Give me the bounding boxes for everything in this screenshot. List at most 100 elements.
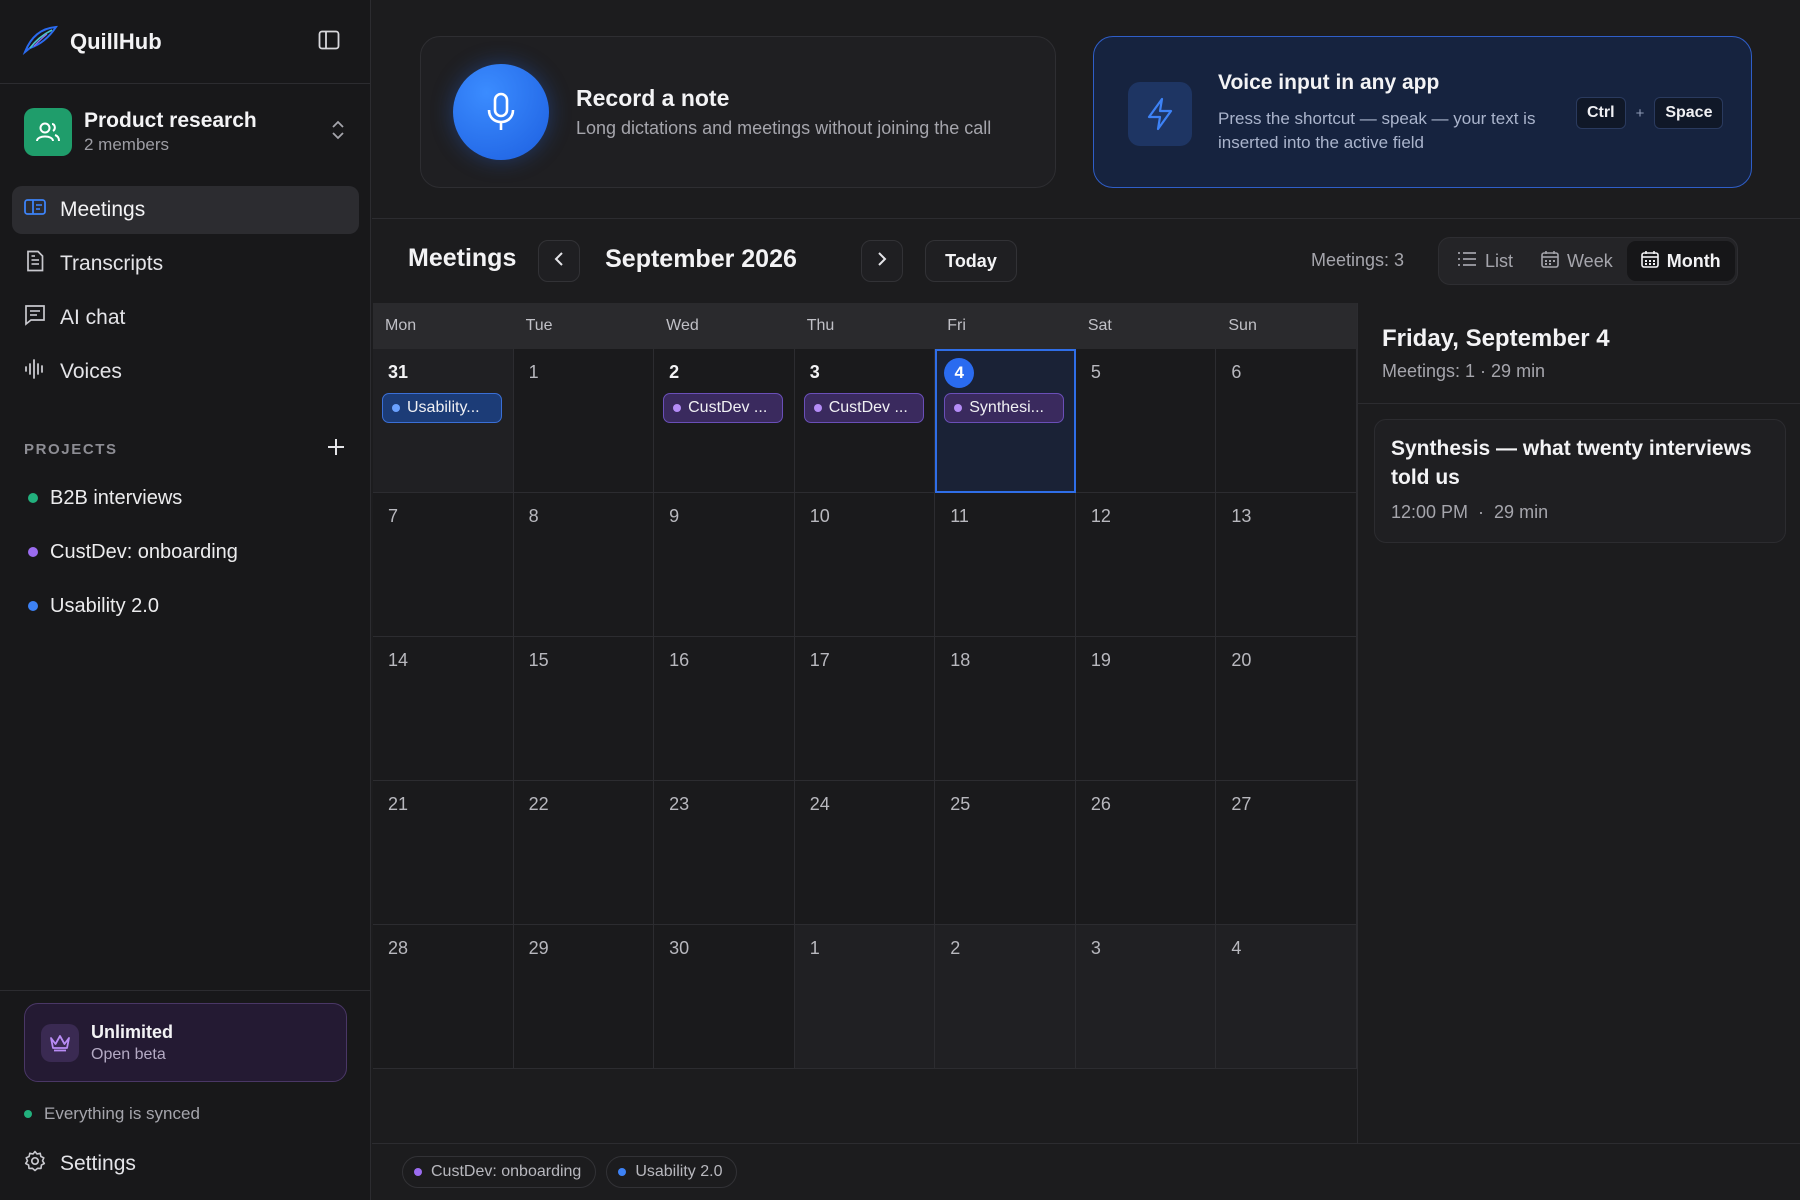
calendar-day-cell[interactable]: 22 (513, 781, 655, 925)
crown-icon (41, 1023, 79, 1062)
nav-item-voices[interactable]: Voices (12, 348, 359, 396)
calendar-day-cell[interactable]: 8 (513, 493, 655, 637)
calendar-day-cell[interactable]: 2 (935, 925, 1076, 1069)
header-divider (372, 218, 1800, 219)
calendar-day-cell[interactable]: 10 (794, 493, 936, 637)
calendar-day-cell[interactable]: 4 (1216, 925, 1357, 1069)
view-week-button[interactable]: Week (1527, 241, 1627, 281)
voice-input-card[interactable]: Voice input in any app Press the shortcu… (1093, 36, 1752, 188)
calendar-day-cell[interactable]: 1 (794, 925, 936, 1069)
weekday-label: Sat (1087, 317, 1112, 334)
plan-card[interactable]: Unlimited Open beta (24, 1003, 347, 1082)
waveform-icon (24, 358, 46, 386)
today-day-number: 4 (944, 358, 975, 388)
day-number: 1 (809, 938, 820, 958)
calendar-day-cell[interactable]: 19 (1075, 637, 1217, 781)
today-button[interactable]: Today (925, 240, 1017, 282)
day-number: 27 (1231, 794, 1252, 814)
calendar-day-cell[interactable]: 17 (794, 637, 936, 781)
calendar-day-cell[interactable]: 27 (1216, 781, 1357, 925)
nav-label: Voices (60, 360, 122, 383)
weekday-label: Mon (385, 317, 417, 334)
calendar-day-cell[interactable]: 6 (1216, 349, 1357, 493)
calendar-day-cell[interactable]: 29 (513, 925, 655, 1069)
calendar-day-cell[interactable]: 3 (1075, 925, 1217, 1069)
current-month: September 2026 (605, 245, 797, 273)
chat-icon (24, 304, 46, 332)
calendar-day-cell[interactable]: 14 (373, 637, 514, 781)
month-calendar: Mon Tue Wed Thu Fri Sat Sun 31 Usability.… (373, 303, 1357, 1069)
calendar-day-cell[interactable]: 26 (1075, 781, 1217, 925)
event-title: CustDev ... (828, 399, 908, 416)
project-color-dot (28, 601, 38, 611)
record-note-card[interactable]: Record a note Long dictations and meetin… (420, 36, 1056, 188)
day-number: 17 (809, 650, 830, 670)
calendar-day-cell[interactable]: 3 CustDev ... (794, 349, 936, 493)
calendar-day-cell[interactable]: 30 (654, 925, 795, 1069)
legend-chip-custdev[interactable]: CustDev: onboarding (402, 1156, 597, 1188)
event-title: Synthesi... (969, 399, 1044, 416)
next-month-button[interactable] (861, 240, 903, 282)
event-chip[interactable]: CustDev ... (803, 393, 924, 423)
calendar-day-cell[interactable]: 4 Synthesi... (935, 349, 1076, 493)
main-nav: Meetings Transcripts AI chat Voices (12, 186, 359, 402)
legend-dot (414, 1168, 422, 1176)
project-item-custdev-onboarding[interactable]: CustDev: onboarding (18, 528, 353, 576)
calendar-day-cell[interactable]: 15 (513, 637, 655, 781)
calendar-day-cell[interactable]: 23 (654, 781, 795, 925)
brand[interactable]: QuillHub (22, 24, 162, 60)
calendar-day-cell[interactable]: 7 (373, 493, 514, 637)
view-switcher: List Week Month (1438, 237, 1738, 285)
list-icon (1457, 251, 1477, 272)
project-item-usability[interactable]: Usability 2.0 (18, 582, 353, 630)
nav-item-transcripts[interactable]: Transcripts (12, 240, 359, 288)
calendar-day-cell[interactable]: 2 CustDev ... (654, 349, 795, 493)
day-number: 18 (950, 650, 971, 670)
calendar-day-cell[interactable]: 12 (1075, 493, 1217, 637)
day-number: 23 (669, 794, 690, 814)
calendar-day-cell[interactable]: 24 (794, 781, 936, 925)
project-legend: CustDev: onboarding Usability 2.0 (372, 1143, 1800, 1200)
collapse-sidebar-button[interactable] (312, 28, 346, 56)
day-number: 2 (950, 938, 961, 958)
shortcut-keys: Ctrl + Space (1576, 97, 1724, 129)
legend-chip-usability[interactable]: Usability 2.0 (606, 1156, 738, 1188)
project-item-b2b-interviews[interactable]: B2B interviews (18, 474, 353, 522)
add-project-button[interactable] (323, 436, 349, 462)
projects-header: PROJECTS (24, 436, 349, 462)
calendar-day-cell[interactable]: 28 (373, 925, 514, 1069)
calendar-day-cell[interactable]: 9 (654, 493, 795, 637)
calendar-day-cell[interactable]: 1 (513, 349, 655, 493)
calendar-month-icon (1640, 250, 1659, 273)
event-chip[interactable]: CustDev ... (663, 393, 784, 423)
workspace-switcher[interactable]: Product research 2 members (12, 100, 358, 164)
calendar-day-cell[interactable]: 16 (654, 637, 795, 781)
plus-icon (327, 438, 345, 461)
view-month-button[interactable]: Month (1626, 241, 1735, 281)
calendar-day-cell[interactable]: 18 (935, 637, 1076, 781)
calendar-day-cell[interactable]: 25 (935, 781, 1076, 925)
legend-label: CustDev: onboarding (431, 1163, 582, 1180)
nav-item-ai-chat[interactable]: AI chat (12, 294, 359, 342)
calendar-day-cell[interactable]: 21 (373, 781, 514, 925)
day-detail-panel: Friday, September 4 Meetings: 1 · 29 min… (1357, 303, 1800, 1143)
calendar-day-cell[interactable]: 13 (1216, 493, 1357, 637)
meeting-card[interactable]: Synthesis — what twenty interviews told … (1374, 419, 1786, 543)
day-number: 28 (388, 938, 409, 958)
previous-month-button[interactable] (538, 240, 580, 282)
view-list-button[interactable]: List (1443, 241, 1527, 281)
project-name: CustDev: onboarding (50, 540, 238, 563)
nav-label: Meetings (60, 198, 146, 221)
meta-separator: · (1478, 502, 1485, 522)
sync-dot (24, 1110, 32, 1118)
event-chip[interactable]: Usability... (382, 393, 502, 423)
nav-item-meetings[interactable]: Meetings (12, 186, 359, 234)
settings-button[interactable]: Settings (12, 1140, 359, 1188)
calendar-day-cell[interactable]: 5 (1075, 349, 1217, 493)
day-number: 6 (1231, 362, 1242, 382)
event-title: CustDev ... (688, 399, 768, 416)
event-chip[interactable]: Synthesi... (944, 393, 1065, 423)
calendar-day-cell[interactable]: 11 (935, 493, 1076, 637)
calendar-day-cell[interactable]: 31 Usability... (373, 349, 514, 493)
calendar-day-cell[interactable]: 20 (1216, 637, 1357, 781)
